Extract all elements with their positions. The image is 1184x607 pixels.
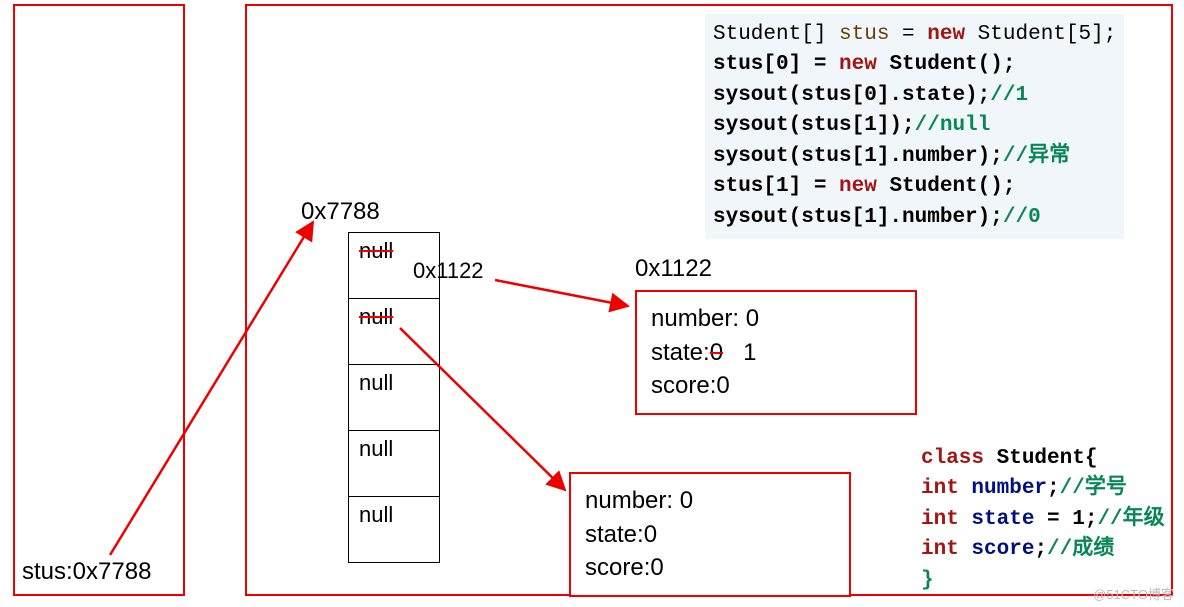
stack-variable: stus:0x7788 [22,558,151,587]
object1-state: state:0 1 [651,336,901,370]
object2-box: number: 0 state:0 score:0 [569,472,851,597]
code-snippet-main: Student[] stus = new Student[5]; stus[0]… [705,14,1124,239]
array-cell-2: null [349,364,439,430]
array-cell-1: null [349,298,439,364]
array-cell-4: null [349,496,439,562]
array-cell-3: null [349,430,439,496]
object1-score: score:0 [651,369,901,403]
object1-address: 0x1122 [635,255,712,284]
object1-box: number: 0 state:0 1 score:0 [635,290,917,415]
object2-state: state:0 [585,518,835,552]
object1-number: number: 0 [651,302,901,336]
object2-score: score:0 [585,551,835,585]
array-address: 0x7788 [301,198,380,227]
code-snippet-class: class Student{ int number;//学号 int state… [913,438,1173,602]
object2-number: number: 0 [585,484,835,518]
watermark: @51CTO博客 [1093,584,1174,603]
ref-addr-label: 0x1122 [413,258,484,284]
stack-region [13,4,185,596]
